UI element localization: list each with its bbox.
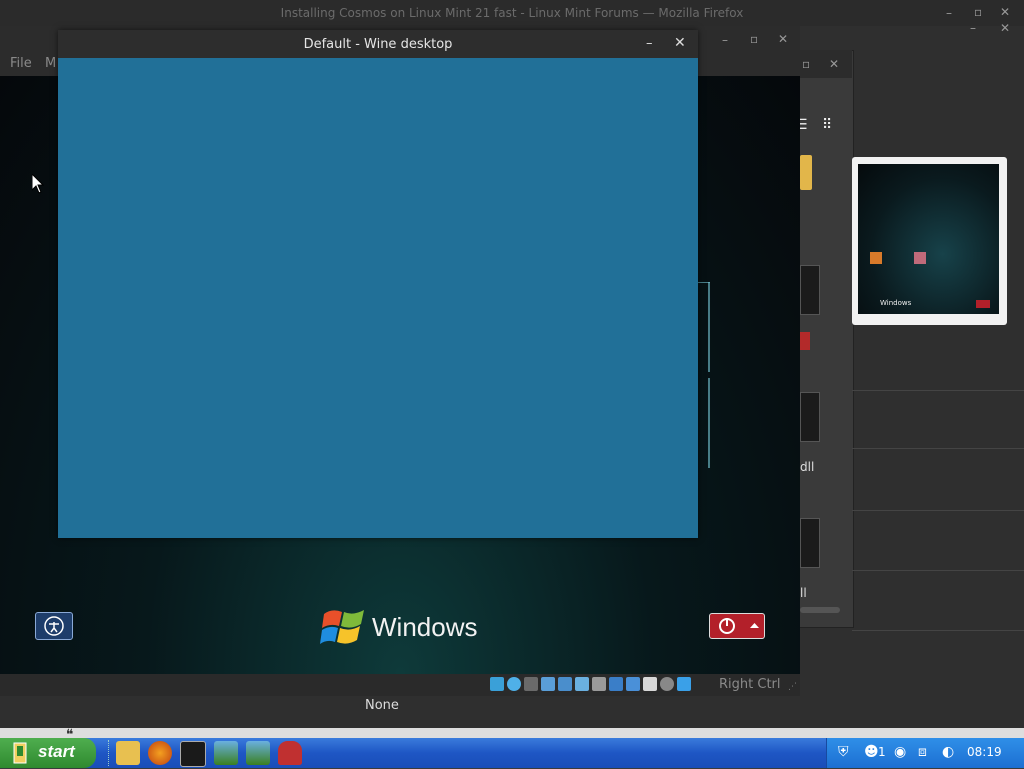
- vb-maximize-button[interactable]: ▫: [750, 32, 758, 46]
- usb-icon[interactable]: [575, 677, 589, 691]
- file-icon[interactable]: [800, 518, 820, 568]
- keyboard-icon[interactable]: [660, 677, 674, 691]
- start-logo-icon: [8, 741, 32, 765]
- shield-icon[interactable]: ⛨: [838, 744, 849, 760]
- quick-launch: [116, 741, 302, 767]
- menu-file[interactable]: File: [10, 56, 32, 71]
- light-streak: [708, 282, 710, 372]
- host-key-label: Right Ctrl: [719, 677, 781, 692]
- menu-machine[interactable]: M: [45, 56, 56, 71]
- cd-icon[interactable]: [507, 677, 521, 691]
- wine-close-button[interactable]: ✕: [674, 35, 686, 51]
- status-none-label: None: [365, 698, 399, 713]
- thumb-icon: [914, 252, 926, 264]
- audio-icon[interactable]: [541, 677, 555, 691]
- preview-image: Windows: [858, 164, 999, 314]
- firefox-icon[interactable]: [148, 741, 172, 765]
- page-bottom-strip: [0, 728, 1024, 738]
- wine-desktop-window[interactable]: [58, 30, 698, 538]
- wine-window-title: Default - Wine desktop: [303, 37, 453, 52]
- grid-view-icon[interactable]: ⠿: [822, 117, 832, 133]
- bg-maximize-button[interactable]: ▫: [974, 5, 982, 19]
- fm-close-button-2[interactable]: ✕: [829, 57, 839, 71]
- folder-icon[interactable]: [800, 155, 812, 190]
- volume-icon[interactable]: ◐: [942, 744, 954, 760]
- virtualbox-icon[interactable]: [246, 741, 270, 765]
- vb-minimize-button[interactable]: –: [722, 33, 728, 47]
- tray-count: 1: [878, 745, 886, 759]
- accessibility-button[interactable]: [35, 612, 73, 640]
- start-label: start: [38, 742, 75, 761]
- network-icon[interactable]: ⧈: [918, 744, 927, 760]
- file-icon[interactable]: [800, 265, 820, 315]
- recording-icon[interactable]: [609, 677, 623, 691]
- power-button[interactable]: [709, 613, 746, 639]
- terminal-icon[interactable]: [180, 741, 206, 767]
- background-window-title: Installing Cosmos on Linux Mint 21 fast …: [280, 6, 744, 20]
- file-label: ll: [800, 586, 807, 600]
- light-streak: [708, 378, 710, 468]
- users-icon[interactable]: ☻: [864, 744, 879, 760]
- mouse-icon[interactable]: [643, 677, 657, 691]
- right-list: [852, 330, 1024, 660]
- light-streak: [698, 282, 710, 283]
- capture-icon[interactable]: [626, 677, 640, 691]
- clock: 08:19: [967, 745, 1002, 759]
- file-label: dll: [800, 460, 815, 474]
- wine-minimize-button[interactable]: –: [646, 36, 653, 51]
- power-options-button[interactable]: [745, 613, 765, 639]
- wine-icon[interactable]: [278, 741, 302, 765]
- eye-icon[interactable]: ◉: [894, 744, 906, 760]
- floppy-icon[interactable]: [524, 677, 538, 691]
- file-icon[interactable]: [800, 392, 820, 442]
- fm-scrollbar[interactable]: [800, 607, 840, 613]
- display-icon[interactable]: [558, 677, 572, 691]
- thumb-power-icon: [976, 300, 990, 308]
- taskbar-separator: [108, 740, 111, 766]
- network-icon[interactable]: [490, 677, 504, 691]
- thumb-icon: [870, 252, 882, 264]
- shared-folder-icon[interactable]: [592, 677, 606, 691]
- mouse-cursor: [31, 172, 45, 198]
- bg-close-button[interactable]: ✕: [1000, 5, 1010, 19]
- fm-minimize-button[interactable]: –: [970, 21, 976, 35]
- windows-wordmark: Windows: [372, 612, 478, 642]
- bg-minimize-button[interactable]: –: [946, 6, 952, 20]
- status-icons: [490, 677, 691, 693]
- thumb-caption: Windows: [880, 299, 912, 307]
- fm-max-button[interactable]: ▫: [802, 57, 810, 71]
- resize-grip-icon[interactable]: ⋰: [788, 682, 797, 692]
- arrow-icon[interactable]: [677, 677, 691, 691]
- fm-close-button[interactable]: ✕: [1000, 21, 1010, 35]
- folder-icon[interactable]: [116, 741, 140, 765]
- vb-close-button[interactable]: ✕: [778, 32, 788, 46]
- virtualbox-icon[interactable]: [214, 741, 238, 765]
